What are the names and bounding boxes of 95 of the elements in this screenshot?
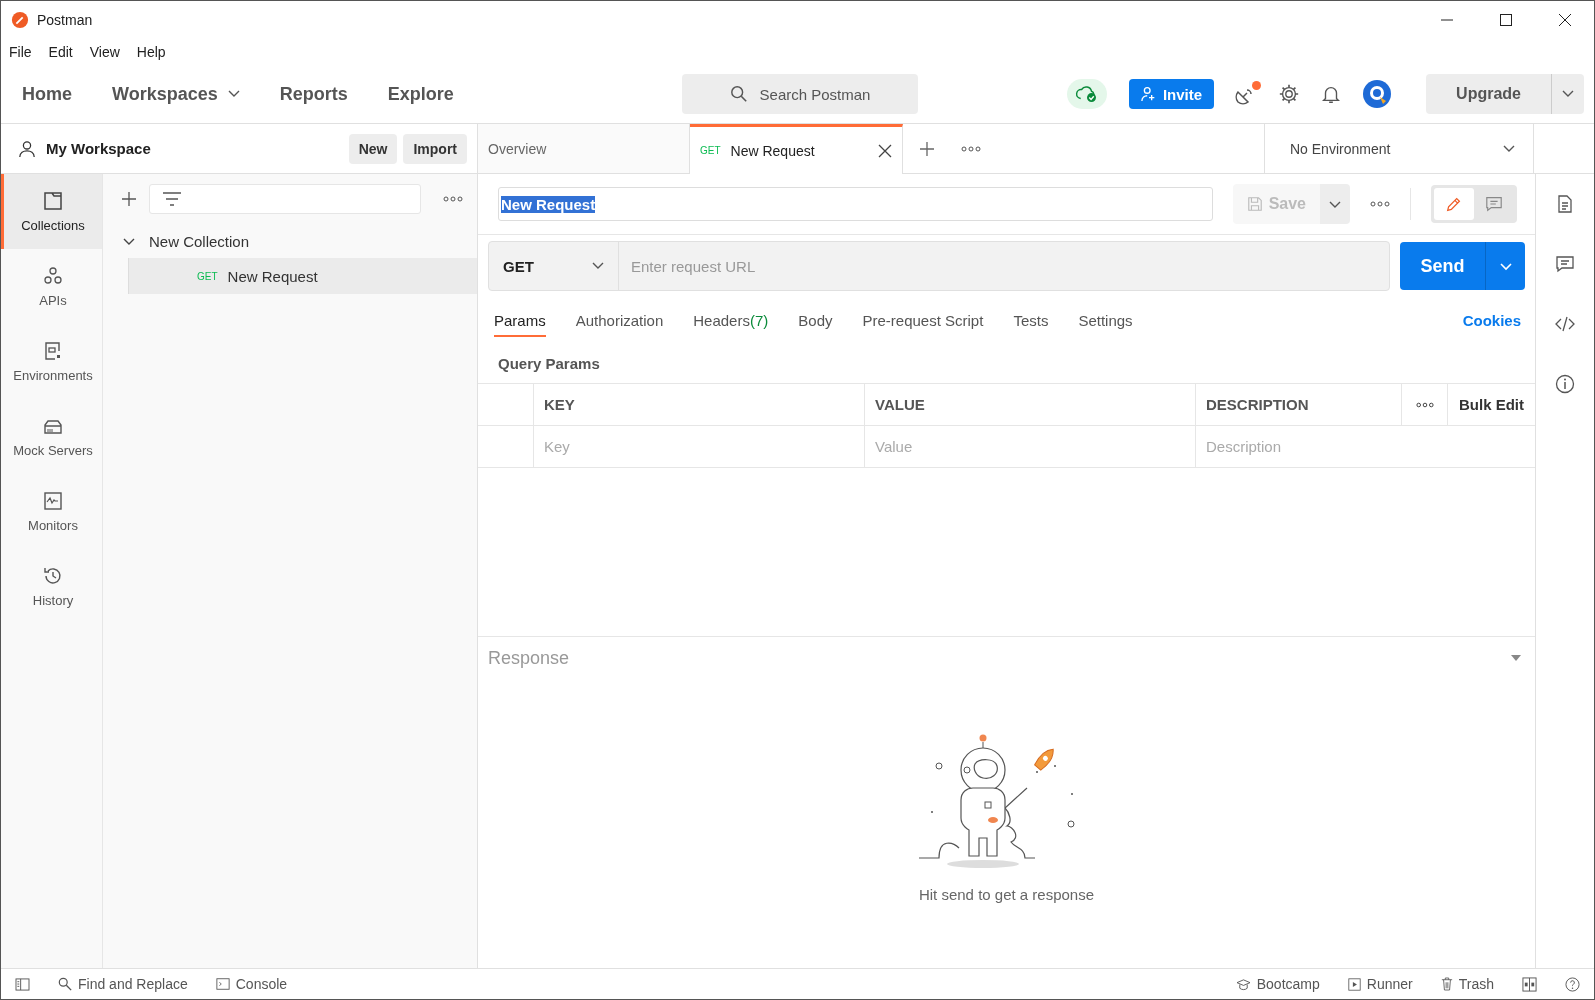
collections-icon — [42, 190, 64, 212]
view-mode-toggle[interactable] — [1434, 188, 1474, 220]
params-tab[interactable]: Headers(7) — [693, 303, 769, 337]
menu-item[interactable]: View — [89, 44, 120, 60]
more-icon[interactable] — [443, 196, 463, 202]
code-icon[interactable] — [1555, 314, 1575, 334]
request-tab[interactable]: GET New Request — [690, 124, 903, 174]
send-button[interactable]: Send — [1400, 242, 1485, 290]
sidebar-toggle-icon[interactable] — [15, 977, 30, 991]
play-icon — [1347, 977, 1361, 991]
sidebar-item[interactable]: History — [1, 549, 102, 624]
filter-icon — [162, 192, 182, 206]
nav-link[interactable]: Explore — [387, 83, 454, 105]
environment-dropdown[interactable]: No Environment — [1264, 124, 1534, 173]
status-bar-item[interactable]: Bootcamp — [1235, 976, 1320, 992]
response-title: Response — [488, 647, 570, 669]
sidebar-item[interactable]: APIs — [1, 249, 102, 324]
window-title: Postman — [37, 12, 93, 28]
params-tab[interactable]: Tests — [1013, 303, 1049, 337]
trash-icon — [1440, 977, 1453, 991]
close-icon[interactable] — [878, 143, 892, 158]
info-icon[interactable] — [1555, 374, 1575, 394]
workspace-button[interactable]: Import — [403, 133, 467, 164]
comment-icon — [1485, 195, 1503, 213]
params-tab[interactable]: Authorization — [575, 303, 664, 337]
params-tab[interactable]: Body — [798, 303, 833, 337]
menu-item[interactable]: Help — [136, 44, 166, 60]
column-header: DESCRIPTION — [1196, 384, 1402, 425]
cookies-link[interactable]: Cookies — [1462, 311, 1521, 329]
two-pane-icon[interactable] — [1522, 976, 1537, 992]
history-icon — [42, 565, 64, 587]
help-icon[interactable] — [1565, 976, 1580, 992]
settings-icon[interactable] — [1278, 83, 1301, 105]
search-field[interactable]: Search Postman — [682, 74, 918, 114]
status-bar-item[interactable]: Find and Replace — [58, 976, 188, 992]
add-icon[interactable] — [121, 191, 137, 207]
status-bar-item[interactable]: Trash — [1440, 976, 1494, 992]
caret-icon[interactable] — [1511, 655, 1521, 661]
sync-status[interactable] — [1066, 79, 1107, 109]
workspace-name: My Workspace — [46, 140, 151, 157]
sidebar-item[interactable]: Monitors — [1, 474, 102, 549]
params-tab[interactable]: Params — [494, 303, 546, 337]
sidebar-item[interactable]: Collections — [1, 174, 102, 249]
invite-button[interactable]: Invite — [1128, 79, 1215, 109]
app-logo-icon — [11, 11, 29, 29]
upgrade-button[interactable]: Upgrade — [1426, 74, 1584, 114]
search-icon — [729, 85, 748, 103]
graduation-cap-icon — [1235, 977, 1251, 991]
status-bar-item[interactable]: Runner — [1347, 976, 1413, 992]
bulk-edit-button[interactable]: Bulk Edit — [1448, 384, 1535, 425]
new-tab-icon[interactable] — [919, 140, 935, 157]
url-bar[interactable]: GET Enter request URL — [488, 241, 1390, 291]
apis-icon — [42, 265, 64, 287]
search-icon — [58, 977, 72, 991]
collection-item[interactable]: New Collection — [103, 224, 477, 258]
params-tab[interactable]: Settings — [1078, 303, 1133, 337]
comment-icon[interactable] — [1555, 254, 1575, 274]
monitors-icon — [42, 490, 64, 512]
sidebar-item[interactable]: Environments — [1, 324, 102, 399]
caret-icon — [1499, 262, 1512, 271]
method-dropdown[interactable]: GET — [489, 242, 619, 290]
nav-dropdown[interactable]: Workspaces — [112, 83, 240, 105]
more-icon[interactable] — [961, 145, 981, 152]
status-bar-item[interactable]: Console — [215, 976, 288, 992]
maximize-icon[interactable] — [1499, 13, 1513, 27]
caret-icon — [1503, 144, 1515, 153]
nav-link[interactable]: Reports — [279, 83, 348, 105]
caret-icon — [1329, 200, 1341, 209]
nav-link[interactable]: Home — [22, 83, 72, 105]
close-icon[interactable] — [1558, 13, 1572, 27]
caret-icon — [227, 90, 240, 98]
documentation-icon[interactable] — [1555, 194, 1575, 214]
more-icon[interactable] — [1370, 201, 1390, 207]
sidebar-item[interactable]: Mock Servers — [1, 399, 102, 474]
menu-item[interactable]: File — [9, 44, 32, 60]
workspace-button[interactable]: New — [348, 133, 398, 164]
user-icon — [18, 139, 36, 158]
params-tab[interactable]: Pre-request Script — [862, 303, 984, 337]
terminal-icon — [215, 977, 230, 991]
section-title: Query Params — [478, 343, 1535, 384]
column-header: KEY — [534, 384, 865, 425]
caret-icon[interactable] — [1562, 90, 1574, 98]
pencil-icon — [1445, 195, 1463, 213]
cloud-check-icon — [1074, 85, 1099, 103]
menu-item[interactable]: Edit — [48, 44, 73, 60]
filter-field[interactable] — [149, 184, 421, 214]
request-tab[interactable]: Overview — [478, 124, 690, 173]
caret-icon — [592, 262, 604, 270]
more-icon[interactable] — [1415, 401, 1434, 408]
add-user-icon — [1140, 86, 1157, 102]
request-name-field[interactable]: New Request — [498, 187, 1213, 221]
avatar-icon[interactable] — [1362, 79, 1393, 109]
request-item[interactable]: GET New Request — [128, 258, 477, 294]
column-header: VALUE — [865, 384, 1196, 425]
empty-state-message: Hit send to get a response — [918, 886, 1095, 903]
